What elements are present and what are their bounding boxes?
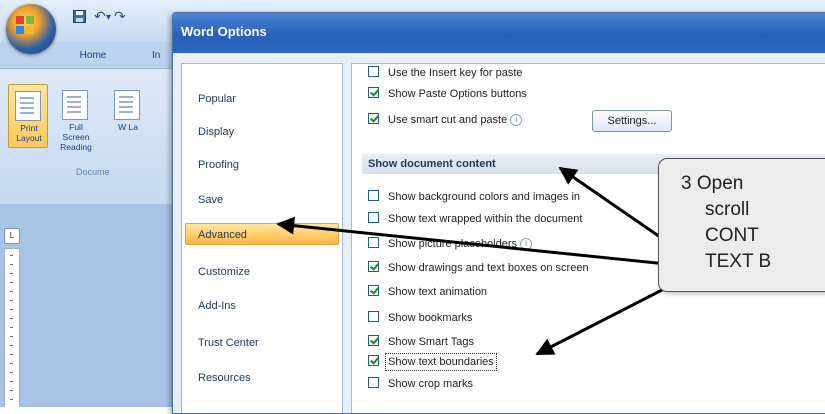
nav-item-resources[interactable]: Resources: [192, 367, 332, 389]
option-label: Show Smart Tags: [388, 336, 475, 348]
qat-dropdown-icon[interactable]: ▾: [106, 12, 111, 23]
checkbox[interactable]: [368, 261, 379, 272]
document-area: [0, 204, 180, 407]
nav-item-popular[interactable]: Popular: [192, 88, 332, 110]
web-layout-button[interactable]: W La: [108, 84, 148, 146]
save-icon[interactable]: [73, 10, 86, 23]
option-label-wrap: Use smart cut and paste i: [388, 112, 523, 128]
option-label: Show picture placeholders: [388, 238, 518, 250]
checkbox[interactable]: [368, 355, 379, 366]
info-icon: i: [520, 238, 533, 251]
print-layout-icon: [15, 91, 41, 121]
option-label: Show drawings and text boxes on screen: [388, 262, 589, 274]
option-label: Show crop marks: [388, 378, 473, 390]
option-label: Show text animation: [388, 286, 488, 298]
option-label: Show bookmarks: [388, 312, 473, 324]
tab-insert[interactable]: In: [152, 50, 160, 61]
callout-line: TEXT B: [705, 251, 772, 272]
option-label: Show background colors and images in: [388, 191, 581, 203]
option-label: Show text wrapped within the document: [388, 213, 583, 225]
full-screen-reading-button[interactable]: Full Screen Reading: [56, 84, 100, 152]
checkbox[interactable]: [368, 311, 379, 322]
tab-stop-selector[interactable]: L: [4, 228, 20, 244]
checkbox[interactable]: [368, 377, 379, 388]
checkbox[interactable]: [368, 285, 379, 296]
option-label: Show text boundaries: [385, 353, 497, 371]
full-screen-reading-label: Full Screen Reading: [60, 122, 92, 152]
undo-icon[interactable]: ↶: [94, 8, 106, 25]
callout-line: scroll: [705, 199, 750, 220]
category-list: Popular Display Proofing Save Advanced C…: [181, 63, 343, 413]
option-label-wrap: Show picture placeholders i: [388, 236, 533, 252]
web-layout-icon: [114, 90, 140, 120]
checkbox[interactable]: [368, 113, 379, 124]
dialog-title: Word Options: [181, 24, 267, 39]
tab-home[interactable]: Home: [70, 50, 116, 68]
checkbox[interactable]: [368, 212, 379, 223]
nav-item-save[interactable]: Save: [192, 189, 332, 211]
info-icon: i: [510, 114, 523, 127]
settings-button[interactable]: Settings...: [592, 110, 672, 132]
nav-item-display[interactable]: Display: [192, 121, 332, 143]
full-screen-reading-icon: [62, 90, 88, 120]
print-layout-label: Print Layout: [16, 123, 42, 143]
dialog-title-bar[interactable]: Word Options: [173, 13, 825, 53]
checkbox[interactable]: [368, 190, 379, 201]
nav-item-customize[interactable]: Customize: [192, 261, 332, 283]
nav-item-trust-center[interactable]: Trust Center: [192, 332, 332, 354]
print-layout-button[interactable]: Print Layout: [8, 84, 48, 148]
callout-line: 3 Open: [681, 173, 744, 194]
checkbox[interactable]: [368, 87, 379, 98]
nav-item-advanced[interactable]: Advanced: [185, 223, 339, 245]
checkbox[interactable]: [368, 237, 379, 248]
web-layout-label: W La: [118, 122, 138, 132]
callout-line: CONT: [705, 225, 759, 246]
option-label: Use the Insert key for paste: [388, 67, 523, 79]
instruction-callout: 3 Open scroll CONT TEXT B: [658, 158, 825, 292]
ribbon-group-label: Docume: [76, 167, 110, 177]
option-label: Show Paste Options buttons: [388, 88, 527, 100]
nav-item-add-ins[interactable]: Add-Ins: [192, 295, 332, 317]
checkbox[interactable]: [368, 66, 379, 77]
option-label: Use smart cut and paste: [388, 114, 508, 126]
nav-item-proofing[interactable]: Proofing: [192, 154, 332, 176]
vertical-ruler: [4, 248, 20, 407]
redo-icon[interactable]: ↷: [114, 8, 126, 25]
office-logo-icon: [16, 16, 34, 34]
checkbox[interactable]: [368, 335, 379, 346]
